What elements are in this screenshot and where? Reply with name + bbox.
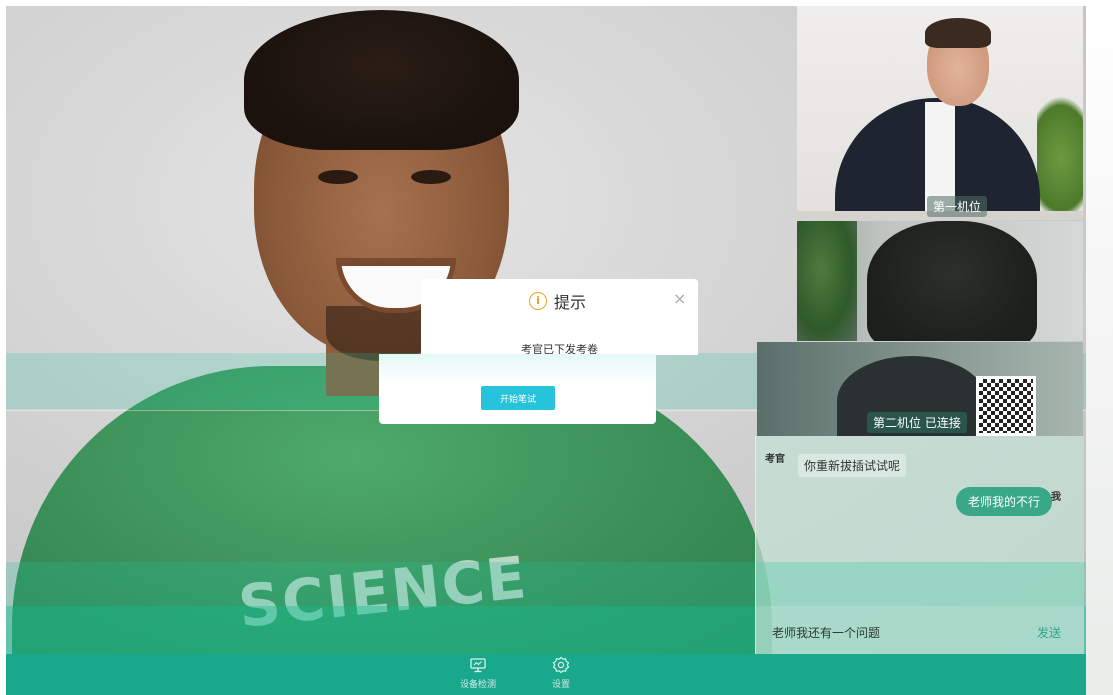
start-written-exam-button[interactable]: 开始笔试 (481, 386, 555, 410)
second-camera-tile[interactable] (797, 221, 1083, 341)
dialog-title-text: 提示 (554, 293, 587, 312)
chat-panel: 考官 你重新拔插试试呢 老师我的不行 我 老师我还有一个问题 发送 (755, 436, 1084, 654)
chat-message-examiner: 你重新拔插试试呢 (798, 454, 907, 477)
send-button[interactable]: 发送 (1037, 624, 1061, 641)
chat-input[interactable]: 老师我还有一个问题 (772, 624, 880, 641)
device-check-label: 设备检测 (460, 680, 497, 690)
close-icon[interactable]: × (673, 291, 686, 307)
proctor-hair (925, 18, 991, 48)
dialog-glitch-band (379, 354, 656, 384)
chat-message-self: 老师我的不行 (956, 487, 1053, 516)
notice-dialog-header: i 提示 × 考官已下发考卷 (421, 279, 698, 356)
first-camera-label: 第一机位 (927, 196, 988, 217)
right-edge-strip (1086, 6, 1113, 695)
examinee-eye-left (318, 170, 358, 184)
message-sender-examiner: 考官 (765, 454, 785, 465)
device-check-button[interactable]: 设备检测 (460, 656, 496, 690)
chat-glitch-band (756, 562, 1084, 606)
plant-background (797, 221, 857, 341)
settings-button[interactable]: 设置 (552, 656, 570, 690)
person-back-of-head (867, 221, 1037, 341)
notice-dialog-footer: 开始笔试 (379, 354, 656, 424)
exam-app: SCIENCE 第一机位 第二机位 已连接 考官 你重新拔插试试呢 老师我的不行… (0, 0, 1113, 695)
examinee-hair (244, 10, 519, 150)
plant-background (1037, 96, 1083, 220)
message-sender-self: 我 (1051, 492, 1061, 503)
first-camera-tile[interactable]: 第一机位 (797, 6, 1083, 220)
gear-icon (552, 656, 570, 674)
info-icon: i (529, 292, 547, 310)
monitor-icon (470, 658, 486, 673)
second-camera-label: 第二机位 已连接 (867, 412, 967, 433)
qr-code-icon[interactable] (976, 376, 1036, 436)
settings-label: 设置 (552, 680, 571, 690)
dialog-title: i 提示 (529, 289, 586, 313)
examinee-eye-right (411, 170, 451, 184)
bottom-toolbar: 设备检测 设置 (6, 654, 1086, 695)
